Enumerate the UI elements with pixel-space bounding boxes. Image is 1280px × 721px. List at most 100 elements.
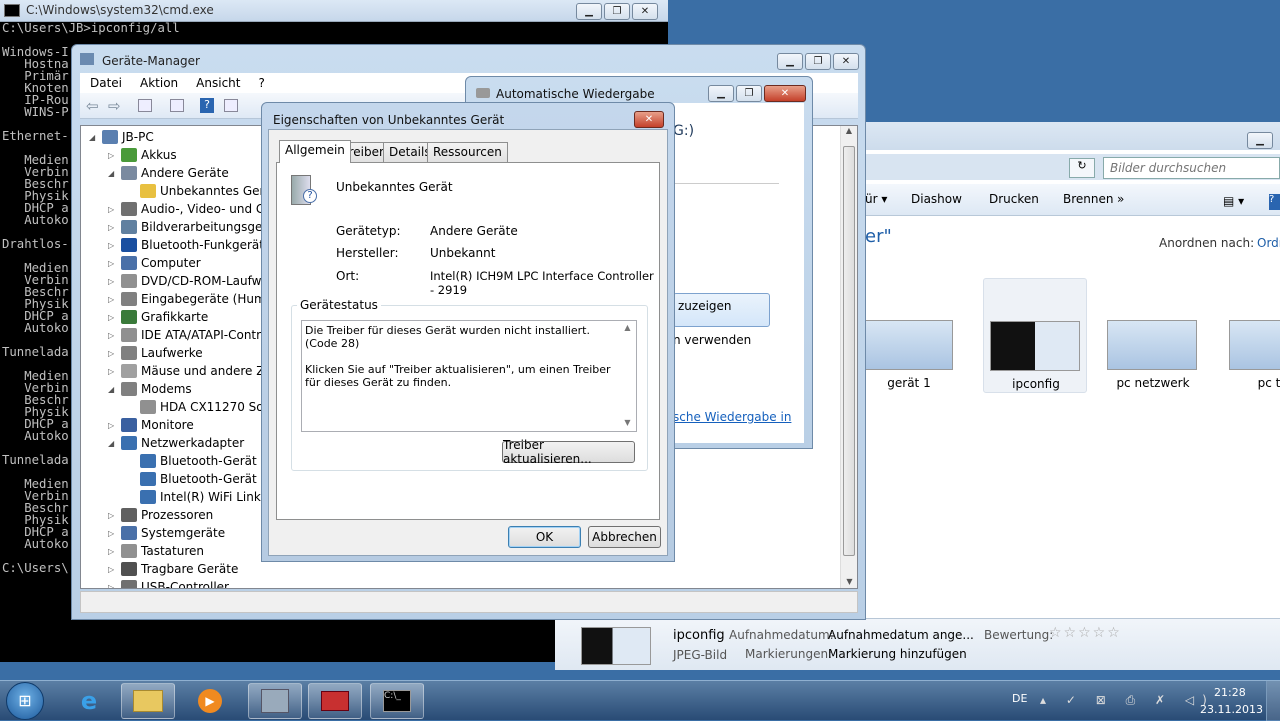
expander-icon[interactable]: ▷: [108, 241, 117, 250]
minimize-button[interactable]: ▁: [1247, 132, 1273, 149]
menu-datei[interactable]: Datei: [90, 76, 122, 90]
expander-icon[interactable]: ▷: [108, 277, 117, 286]
maximize-button[interactable]: ❐: [604, 3, 630, 20]
help-icon[interactable]: ?: [1269, 194, 1280, 210]
thumbnail-item[interactable]: pc tre: [1223, 278, 1280, 393]
expander-icon[interactable]: ▷: [108, 313, 117, 322]
menu-?[interactable]: ?: [258, 76, 264, 90]
rating-stars[interactable]: ☆☆☆☆☆: [1049, 625, 1122, 641]
tree-item[interactable]: ▷ IDE ATA/ATAPI-Contro: [108, 326, 268, 344]
cmd-titlebar[interactable]: C:\Windows\system32\cmd.exe ▁ ❐ ✕: [0, 0, 668, 22]
expander-icon[interactable]: ◢: [108, 439, 117, 448]
expander-icon[interactable]: ▷: [108, 331, 117, 340]
expander-icon[interactable]: ▷: [108, 547, 117, 556]
tree-item[interactable]: ▷ Laufwerke: [108, 344, 203, 362]
close-button[interactable]: ✕: [764, 85, 806, 102]
tree-item[interactable]: ▷ Bildverarbeitungsgerät: [108, 218, 279, 236]
language-indicator[interactable]: DE: [1012, 692, 1027, 705]
thumbnail-item[interactable]: pc netzwerk: [1101, 278, 1205, 393]
expander-icon[interactable]: ◢: [108, 169, 117, 178]
tree-item[interactable]: ▷ Mäuse und andere Zei: [108, 362, 275, 380]
search-input[interactable]: [1103, 157, 1280, 179]
tree-item[interactable]: ▷ Tastaturen: [108, 542, 204, 560]
explorer-toolbar-item[interactable]: Diashow: [911, 192, 989, 206]
tab-general[interactable]: Allgemein: [279, 140, 351, 163]
detail-tags-value[interactable]: Markierung hinzufügen: [828, 647, 967, 661]
expander-icon[interactable]: ▷: [108, 259, 117, 268]
tree-item[interactable]: ◢ Modems: [108, 380, 192, 398]
tree-item[interactable]: ▷ Computer: [108, 254, 201, 272]
expander-icon[interactable]: ◢: [89, 133, 98, 142]
tree-item[interactable]: ◢ Netzwerkadapter: [108, 434, 244, 452]
expander-icon[interactable]: ▷: [108, 349, 117, 358]
tree-item[interactable]: ▷ Systemgeräte: [108, 524, 225, 542]
properties-dialog[interactable]: Eigenschaften von Unbekanntes Gerät ✕ Al…: [261, 102, 675, 562]
tree-item[interactable]: ◢ Andere Geräte: [108, 164, 229, 182]
clock-date[interactable]: 23.11.2013: [1200, 703, 1263, 716]
tree-item[interactable]: Intel(R) WiFi Link 5: [127, 488, 272, 506]
tree-item[interactable]: ▷ Grafikkarte: [108, 308, 208, 326]
tree-item[interactable]: ▷ DVD/CD-ROM-Laufwe: [108, 272, 269, 290]
maximize-button[interactable]: ❐: [736, 85, 762, 102]
media-player-icon[interactable]: ▶: [183, 683, 237, 719]
detail-date-value[interactable]: Aufnahmedatum ange...: [828, 628, 974, 642]
autoplay-settings-link[interactable]: sche Wiedergabe in: [673, 410, 791, 424]
menu-ansicht[interactable]: Ansicht: [196, 76, 240, 90]
status-scrollbar[interactable]: ▲ ▼: [619, 321, 636, 431]
menu-aktion[interactable]: Aktion: [140, 76, 178, 90]
tree-item[interactable]: ▷ Prozessoren: [108, 506, 213, 524]
tree-item[interactable]: ▷ Audio-, Video- und Ga: [108, 200, 273, 218]
tree-item[interactable]: ▷ Monitore: [108, 416, 194, 434]
scan-icon[interactable]: [224, 99, 238, 112]
clock-time[interactable]: 21:28: [1214, 686, 1246, 699]
refresh-button[interactable]: ↻: [1069, 158, 1095, 178]
scrollbar[interactable]: ▲ ▼: [840, 126, 857, 588]
maximize-button[interactable]: ❐: [805, 53, 831, 70]
close-button[interactable]: ✕: [632, 3, 658, 20]
option-use[interactable]: n verwenden: [673, 333, 751, 347]
tree-item[interactable]: ◢ JB-PC: [89, 128, 154, 146]
thumbnail-item[interactable]: ipconfig: [983, 278, 1087, 393]
expander-icon[interactable]: ▷: [108, 205, 117, 214]
tree-item[interactable]: ▷ USB-Controller: [108, 578, 229, 589]
tree-item[interactable]: ▷ Tragbare Geräte: [108, 560, 238, 578]
cmd-taskbar-icon[interactable]: C:\_: [370, 683, 424, 719]
expander-icon[interactable]: ▷: [108, 151, 117, 160]
explorer-toolbar-item[interactable]: »: [1117, 192, 1137, 206]
device-manager-taskbar-icon[interactable]: [248, 683, 302, 719]
close-button[interactable]: ✕: [634, 111, 664, 128]
minimize-button[interactable]: ▁: [708, 85, 734, 102]
thumbnail-item[interactable]: gerät 1: [857, 278, 961, 393]
explorer-toolbar-item[interactable]: ür ▾: [865, 192, 911, 206]
update-driver-button[interactable]: Treiber aktualisieren...: [502, 438, 635, 466]
explorer-toolbar-item[interactable]: Brennen: [1063, 192, 1117, 206]
properties-icon[interactable]: [138, 99, 152, 112]
expander-icon[interactable]: ▷: [108, 421, 117, 430]
view-options-icon[interactable]: ▤ ▾: [1223, 194, 1244, 208]
cancel-button[interactable]: Abbrechen: [588, 526, 661, 548]
expander-icon[interactable]: ▷: [108, 223, 117, 232]
expander-icon[interactable]: ▷: [108, 367, 117, 376]
tree-item[interactable]: HDA CX11270 Soft: [127, 398, 272, 416]
expander-icon[interactable]: ▷: [108, 529, 117, 538]
tree-item[interactable]: Bluetooth-Gerät (P: [127, 452, 272, 470]
show-desktop-button[interactable]: [1266, 681, 1280, 721]
tree-item[interactable]: ▷ Akkus: [108, 146, 177, 164]
tray-icons[interactable]: ▴ ✓ ⊠ ⎙ ✗ ◁): [1040, 693, 1215, 708]
expander-icon[interactable]: ▷: [108, 583, 117, 589]
start-button[interactable]: ⊞: [6, 682, 44, 720]
close-button[interactable]: ✕: [833, 53, 859, 70]
ok-button[interactable]: OK: [508, 526, 581, 548]
help-icon[interactable]: ?: [200, 98, 214, 113]
toolbox-taskbar-icon[interactable]: [308, 683, 362, 719]
tab-resources[interactable]: Ressourcen: [427, 142, 508, 162]
ie-icon[interactable]: e: [62, 683, 116, 719]
option-show[interactable]: zuzeigen: [673, 293, 770, 327]
minimize-button[interactable]: ▁: [777, 53, 803, 70]
tree-item[interactable]: ▷ Bluetooth-Funkgerät: [108, 236, 264, 254]
minimize-button[interactable]: ▁: [576, 3, 602, 20]
expander-icon[interactable]: ▷: [108, 511, 117, 520]
tree-item[interactable]: Unbekanntes Gerät: [127, 182, 277, 200]
expander-icon[interactable]: ▷: [108, 565, 117, 574]
tree-item[interactable]: ▷ Eingabegeräte (Human: [108, 290, 281, 308]
